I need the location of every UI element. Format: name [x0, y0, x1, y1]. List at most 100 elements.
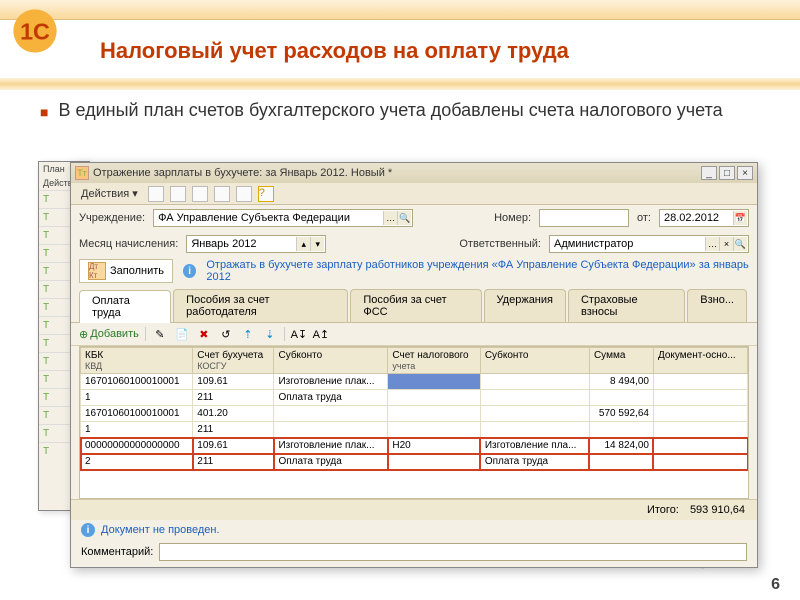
sort-desc-icon[interactable]: A↥ [313, 326, 329, 342]
cell[interactable] [274, 406, 388, 422]
col-tax-account[interactable]: Счет налоговогоучета [388, 348, 480, 374]
cell[interactable]: 570 592,64 [589, 406, 653, 422]
tab-pay[interactable]: Оплата труда [79, 290, 171, 323]
refresh-icon[interactable]: ↺ [218, 326, 234, 342]
col-account[interactable]: Счет бухучетаКОСГУ [193, 348, 274, 374]
number-field[interactable] [539, 209, 629, 227]
cell[interactable] [653, 454, 747, 470]
cell[interactable]: Изготовление плак... [274, 438, 388, 454]
cell[interactable]: Оплата труда [274, 390, 388, 406]
edit-icon[interactable]: ✎ [152, 326, 168, 342]
cell[interactable] [480, 374, 589, 390]
tab-deductions[interactable]: Удержания [484, 289, 566, 322]
toolbar-icon[interactable] [214, 186, 230, 202]
date-field[interactable]: 28.02.2012 📅 [659, 209, 749, 227]
add-row-button[interactable]: ⊕Добавить [79, 328, 139, 341]
cell[interactable]: 211 [193, 390, 274, 406]
select-icon[interactable]: … [705, 237, 719, 251]
comment-field[interactable] [159, 543, 747, 561]
delete-icon[interactable]: ✖ [196, 326, 212, 342]
cell[interactable] [653, 406, 747, 422]
tab-more[interactable]: Взно... [687, 289, 747, 322]
col-tax-subconto[interactable]: Субконто [480, 348, 589, 374]
cell[interactable]: 16701060100010001 [81, 374, 193, 390]
cell[interactable]: 8 494,00 [589, 374, 653, 390]
cell[interactable] [653, 422, 747, 438]
cell[interactable] [653, 374, 747, 390]
cell[interactable] [388, 422, 480, 438]
table-row[interactable]: 00000000000000000109.61Изготовление плак… [81, 438, 748, 454]
open-icon[interactable]: 🔍 [397, 211, 411, 225]
calendar-icon[interactable]: 📅 [733, 211, 747, 225]
toolbar-icon[interactable] [192, 186, 208, 202]
cell[interactable]: 2 [81, 454, 193, 470]
cell[interactable]: 1 [81, 422, 193, 438]
table-row[interactable]: 2211Оплата трудаОплата труда [81, 454, 748, 470]
table-row[interactable]: 16701060100010001401.20 570 592,64 [81, 406, 748, 422]
minimize-button[interactable]: _ [701, 166, 717, 180]
grid-toolbar: ⊕Добавить ✎ 📄 ✖ ↺ ⇡ ⇣ A↧ A↥ [71, 323, 757, 346]
clear-icon[interactable]: × [719, 237, 733, 251]
toolbar-icon[interactable] [148, 186, 164, 202]
cell[interactable] [480, 422, 589, 438]
col-subconto[interactable]: Субконто [274, 348, 388, 374]
toolbar-icon[interactable] [170, 186, 186, 202]
select-icon[interactable]: … [383, 211, 397, 225]
tab-employer-benefits[interactable]: Пособия за счет работодателя [173, 289, 348, 322]
responsible-field[interactable]: Администратор …×🔍 [549, 235, 749, 253]
cell[interactable] [653, 438, 747, 454]
cell[interactable] [589, 422, 653, 438]
cell[interactable] [388, 454, 480, 470]
help-icon[interactable]: ? [258, 186, 274, 202]
cell[interactable]: 109.61 [193, 438, 274, 454]
fill-button[interactable]: Дт Кт Заполнить [79, 259, 173, 283]
month-field[interactable]: Январь 2012 ▴▾ [186, 235, 326, 253]
move-down-icon[interactable]: ⇣ [262, 326, 278, 342]
cell[interactable] [653, 390, 747, 406]
table-row[interactable]: 1211Оплата труда [81, 390, 748, 406]
cell[interactable]: 211 [193, 454, 274, 470]
table-row[interactable]: 1211 [81, 422, 748, 438]
col-basis-doc[interactable]: Документ-осно... [653, 348, 747, 374]
cell[interactable] [480, 390, 589, 406]
open-icon[interactable]: 🔍 [733, 237, 747, 251]
tab-fss-benefits[interactable]: Пособия за счет ФСС [350, 289, 481, 322]
cell[interactable] [388, 390, 480, 406]
cell[interactable]: 00000000000000000 [81, 438, 193, 454]
table-row[interactable]: 16701060100010001109.61Изготовление плак… [81, 374, 748, 390]
cell[interactable]: 16701060100010001 [81, 406, 193, 422]
cell[interactable]: 109.61 [193, 374, 274, 390]
col-sum[interactable]: Сумма [589, 348, 653, 374]
date-value: 28.02.2012 [664, 212, 719, 224]
org-field[interactable]: ФА Управление Субъекта Федерации …🔍 [153, 209, 413, 227]
cell[interactable]: Изготовление пла... [480, 438, 589, 454]
cell[interactable] [589, 390, 653, 406]
window-titlebar[interactable]: Тт Отражение зарплаты в бухучете: за Янв… [71, 163, 757, 183]
cell[interactable]: Изготовление плак... [274, 374, 388, 390]
move-up-icon[interactable]: ⇡ [240, 326, 256, 342]
cell[interactable] [274, 422, 388, 438]
grid[interactable]: КБККВД Счет бухучетаКОСГУ Субконто Счет … [79, 346, 749, 499]
copy-icon[interactable]: 📄 [174, 326, 190, 342]
cell[interactable]: 1 [81, 390, 193, 406]
org-value: ФА Управление Субъекта Федерации [158, 212, 350, 224]
cell[interactable] [388, 374, 480, 390]
cell[interactable] [388, 406, 480, 422]
cell[interactable]: Оплата труда [274, 454, 388, 470]
spin-down-icon[interactable]: ▾ [310, 237, 324, 251]
cell[interactable]: 211 [193, 422, 274, 438]
spin-up-icon[interactable]: ▴ [296, 237, 310, 251]
sort-asc-icon[interactable]: A↧ [291, 326, 307, 342]
cell[interactable]: 14 824,00 [589, 438, 653, 454]
cell[interactable]: 401.20 [193, 406, 274, 422]
cell[interactable] [589, 454, 653, 470]
col-kbk[interactable]: КБККВД [81, 348, 193, 374]
cell[interactable] [480, 406, 589, 422]
cell[interactable]: Н20 [388, 438, 480, 454]
maximize-button[interactable]: □ [719, 166, 735, 180]
tab-insurance[interactable]: Страховые взносы [568, 289, 685, 322]
toolbar-icon[interactable] [236, 186, 252, 202]
actions-menu[interactable]: Действия ▾ [77, 186, 142, 201]
cell[interactable]: Оплата труда [480, 454, 589, 470]
close-button[interactable]: × [737, 166, 753, 180]
